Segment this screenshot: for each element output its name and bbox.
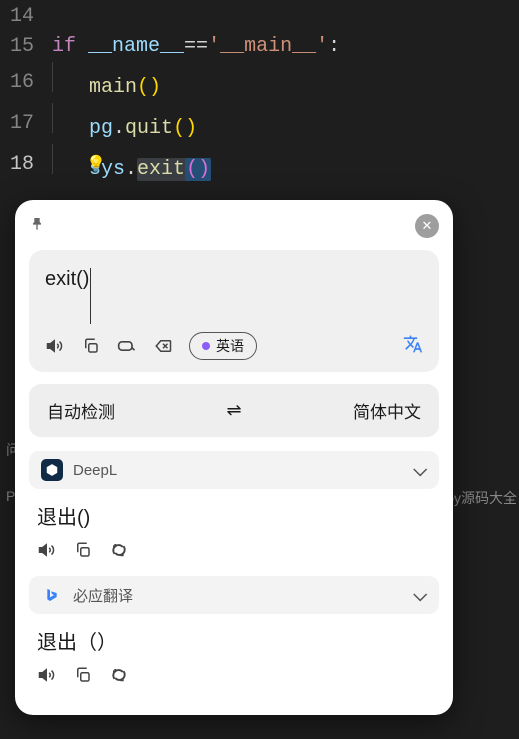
source-input[interactable]: exit()	[45, 268, 91, 324]
line-number: 16	[0, 68, 52, 98]
language-bar: 自动检测 ⇌ 简体中文	[29, 384, 439, 437]
pin-icon[interactable]	[29, 216, 45, 237]
provider-name: 必应翻译	[73, 585, 133, 606]
copy-icon[interactable]	[73, 540, 93, 560]
provider-deepl: DeepL ⌵ 退出()	[29, 451, 439, 570]
code-content[interactable]: sys.exit()	[52, 144, 211, 185]
source-language-chip[interactable]: 英语	[189, 332, 257, 360]
provider-header[interactable]: 必应翻译 ⌵	[29, 576, 439, 614]
provider-name: DeepL	[73, 462, 117, 479]
collapse-icon[interactable]: ⌵	[413, 585, 427, 606]
provider-bing: 必应翻译 ⌵ 退出（）	[29, 576, 439, 695]
deepl-logo-icon	[41, 459, 63, 481]
background-text: py源码大全	[446, 488, 517, 508]
line-number: 14	[0, 2, 52, 32]
language-dot-icon	[202, 342, 210, 350]
line-number: 15	[0, 32, 52, 62]
speaker-icon[interactable]	[37, 665, 57, 685]
lightbulb-icon[interactable]: 💡	[86, 150, 106, 180]
code-content[interactable]: pg.quit()	[52, 103, 197, 144]
speaker-icon[interactable]	[45, 336, 65, 356]
translate-icon[interactable]	[403, 334, 423, 359]
line-number: 18	[0, 150, 52, 180]
retranslate-icon[interactable]	[109, 540, 129, 560]
copy-icon[interactable]	[81, 336, 101, 356]
swap-languages-icon[interactable]: ⇌	[226, 400, 241, 421]
code-editor[interactable]: 14 15 if __name__=='__main__': 16 main()…	[0, 0, 519, 185]
background-text: P	[6, 488, 15, 504]
provider-header[interactable]: DeepL ⌵	[29, 451, 439, 489]
translation-result: 退出（）	[29, 614, 439, 663]
translation-result: 退出()	[29, 489, 439, 538]
source-text-box: exit() 英语	[29, 250, 439, 372]
auto-detect-button[interactable]: 自动检测	[47, 398, 115, 423]
line-number: 17	[0, 109, 52, 139]
code-content[interactable]: if __name__=='__main__':	[52, 32, 340, 62]
code-content[interactable]: main()	[52, 62, 161, 103]
speaker-icon[interactable]	[37, 540, 57, 560]
retranslate-icon[interactable]	[109, 665, 129, 685]
bing-logo-icon	[41, 584, 63, 606]
link-icon[interactable]	[117, 336, 137, 356]
target-language-button[interactable]: 简体中文	[353, 398, 421, 423]
source-language-label: 英语	[216, 336, 244, 356]
backspace-icon[interactable]	[153, 336, 173, 356]
translation-popup: ✕ exit() 英语 自动检测 ⇌	[15, 200, 453, 715]
close-button[interactable]: ✕	[415, 214, 439, 238]
copy-icon[interactable]	[73, 665, 93, 685]
collapse-icon[interactable]: ⌵	[413, 460, 427, 481]
